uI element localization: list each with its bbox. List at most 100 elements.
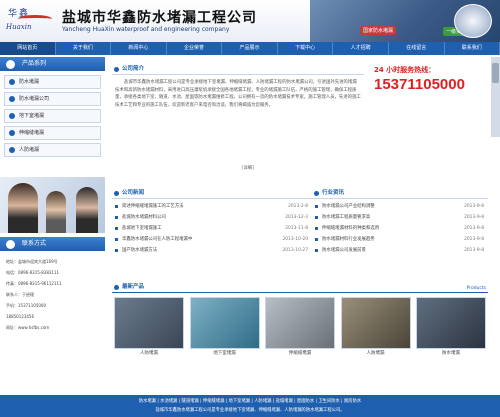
nav-item-downloads[interactable]: 下载中心 bbox=[278, 42, 334, 55]
category-item[interactable]: 防水堵漏公司 bbox=[4, 92, 101, 106]
hotline-number: 15371105000 bbox=[374, 76, 465, 93]
contact-mobile-2: 18850123456 bbox=[6, 314, 34, 319]
category-item[interactable]: 防水堵漏 bbox=[4, 75, 101, 89]
contact-phone: 电话：0896-8315-8383111 bbox=[6, 270, 60, 275]
contact-person: 联系人：于经理 bbox=[6, 292, 34, 297]
contact-panel-icon bbox=[6, 240, 15, 249]
company-name-en: Yancheng HuaXin waterproof and engineeri… bbox=[62, 26, 230, 33]
industry-item-title: 防水堵漏公司产业结构调整 bbox=[322, 204, 375, 209]
nav-item-honors[interactable]: 企业荣誉 bbox=[167, 42, 223, 55]
nav-item-jobs[interactable]: 人才招聘 bbox=[333, 42, 389, 55]
category-list: 防水堵漏 防水堵漏公司 地下室堵漏 伸缩缝堵漏 人防堵漏 bbox=[0, 71, 105, 164]
products-panel-icon bbox=[6, 60, 15, 69]
contact-panel: 联系方式 地址：盐城市迎宾大道169号 电话：0896-8315-8383111… bbox=[0, 237, 105, 338]
product-image[interactable] bbox=[416, 297, 486, 349]
category-label: 伸缩缝堵漏 bbox=[19, 130, 45, 136]
section-bullet-icon bbox=[114, 191, 119, 196]
news-item-title: 简述伸缩缝堵漏施工的工艺方法 bbox=[122, 204, 184, 209]
main-nav: 网站首页 关于我们 新闻中心 企业荣誉 产品展示 下载中心 人才招聘 在线留言 … bbox=[0, 42, 500, 55]
contact-mobile: 手机：15371105000 bbox=[6, 303, 46, 308]
product-caption[interactable]: 防水堵漏 bbox=[416, 349, 486, 359]
news-item-date: 2013-11-8 bbox=[285, 226, 308, 231]
product-caption[interactable]: 伸缩缝堵漏 bbox=[265, 349, 335, 359]
product-image[interactable] bbox=[189, 297, 260, 349]
nav-item-guestbook[interactable]: 在线留言 bbox=[389, 42, 445, 55]
category-item[interactable]: 地下室堵漏 bbox=[4, 109, 101, 123]
section-bullet-icon bbox=[314, 191, 319, 196]
intro-title: 公司简介 bbox=[112, 64, 364, 75]
product-card[interactable]: 防水堵漏 bbox=[416, 297, 486, 359]
nav-item-about[interactable]: 关于我们 bbox=[56, 42, 112, 55]
footer-links[interactable]: 防水堵漏 | 水池堵漏 | 隧道堵漏 | 伸缩缝堵漏 | 地下室堵漏 | 人防堵… bbox=[0, 397, 500, 406]
bullet-icon bbox=[9, 147, 15, 153]
news-item[interactable]: 盐城防水堵漏材料公司 2013-12-3 bbox=[112, 212, 312, 223]
banner-oval-image bbox=[454, 4, 492, 38]
product-caption[interactable]: 地下室堵漏 bbox=[190, 349, 260, 359]
bullet-icon bbox=[9, 113, 15, 119]
news-item-date: 2013-10-27 bbox=[282, 248, 308, 253]
product-card[interactable]: 地下室堵漏 bbox=[189, 297, 260, 359]
product-card[interactable]: 伸缩缝堵漏 bbox=[265, 297, 335, 359]
industry-item[interactable]: 防水堵漏公司发展前景 2013-9-8 bbox=[312, 245, 488, 256]
news-item[interactable]: 简述伸缩缝堵漏施工的工艺方法 2013-2-8 bbox=[112, 201, 312, 212]
category-label: 人防堵漏 bbox=[19, 147, 40, 153]
industry-item-title: 防水堵漏公司发展前景 bbox=[322, 248, 366, 253]
product-image[interactable] bbox=[114, 297, 184, 349]
banner-badge-quality: 国家防水堵漏 bbox=[360, 26, 397, 35]
logo-swoosh-icon bbox=[18, 15, 52, 23]
product-caption[interactable]: 人防堵漏 bbox=[341, 349, 411, 359]
news-title-label: 公司新闻 bbox=[122, 190, 145, 196]
industry-item-date: 2013-9-8 bbox=[464, 204, 484, 209]
product-image[interactable] bbox=[340, 297, 411, 349]
intro-text: 盐城市华鑫防水堵漏工程公司是专业承接地下室堵漏、伸缩缝堵漏、人防堵漏工程的防水堵… bbox=[115, 80, 361, 108]
industry-item-date: 2013-9-8 bbox=[464, 215, 484, 220]
section-bullet-icon bbox=[114, 67, 119, 72]
news-item-title: 国产防水堵漏方法 bbox=[122, 248, 158, 253]
intro-more-link[interactable]: [详细] bbox=[241, 165, 254, 171]
product-image[interactable] bbox=[265, 297, 335, 349]
service-person-image bbox=[8, 183, 38, 233]
industry-item[interactable]: 伸缩缝堵漏材料的种类和选用 2013-9-8 bbox=[312, 223, 488, 234]
news-item[interactable]: 盐城地下室堵漏施工 2013-11-8 bbox=[112, 223, 312, 234]
industry-item-date: 2013-9-8 bbox=[464, 226, 484, 231]
nav-item-home[interactable]: 网站首页 bbox=[0, 42, 56, 55]
nav-item-news[interactable]: 新闻中心 bbox=[111, 42, 167, 55]
product-card[interactable]: 人防堵漏 bbox=[340, 297, 411, 359]
industry-item-title: 防水堵漏材料行业发展趋势 bbox=[322, 237, 375, 242]
contact-fax: 传真：0896-8315-96112111 bbox=[6, 281, 62, 286]
products-title-label: 最新产品 bbox=[122, 284, 145, 290]
category-label: 地下室堵漏 bbox=[19, 113, 45, 119]
product-caption[interactable]: 人防堵漏 bbox=[114, 349, 184, 359]
category-label: 防水堵漏 bbox=[19, 79, 40, 85]
news-item-title: 盐城地下室堵漏施工 bbox=[122, 226, 162, 231]
customer-service-image bbox=[0, 177, 105, 233]
nav-item-products[interactable]: 产品展示 bbox=[222, 42, 278, 55]
product-card[interactable]: 人防堵漏 bbox=[114, 297, 184, 359]
category-item[interactable]: 伸缩缝堵漏 bbox=[4, 126, 101, 140]
news-title: 公司新闻 bbox=[112, 188, 312, 199]
industry-item[interactable]: 防水堵漏工程质量要求高 2013-9-8 bbox=[312, 212, 488, 223]
company-logo[interactable]: 华鑫 Huaxin bbox=[4, 6, 54, 34]
header-banner-image: 国家防水堵漏 一级资质 bbox=[310, 0, 500, 42]
side-scrollbar[interactable] bbox=[491, 57, 500, 137]
service-person-image bbox=[46, 191, 66, 233]
news-item-title: 盐城防水堵漏材料公司 bbox=[122, 215, 166, 220]
site-footer: 防水堵漏 | 水池堵漏 | 隧道堵漏 | 伸缩缝堵漏 | 地下室堵漏 | 人防堵… bbox=[0, 395, 500, 417]
industry-item-title: 防水堵漏工程质量要求高 bbox=[322, 215, 371, 220]
news-item[interactable]: 华鑫防水堵漏公司在人防工程堵漏中 2013-10-20 bbox=[112, 234, 312, 245]
industry-title-label: 行业资讯 bbox=[322, 190, 345, 196]
news-item[interactable]: 国产防水堵漏方法 2013-10-27 bbox=[112, 245, 312, 256]
contact-website[interactable]: 网址：www.hsfbs.com bbox=[6, 322, 99, 333]
site-header: 华鑫 Huaxin 盐城市华鑫防水堵漏工程公司 Yancheng HuaXin … bbox=[0, 0, 500, 42]
products-more-link[interactable]: Products bbox=[467, 283, 486, 294]
intro-title-label: 公司简介 bbox=[122, 66, 145, 72]
products-title: 最新产品 Products bbox=[112, 282, 488, 293]
nav-item-contact[interactable]: 联系我们 bbox=[445, 42, 500, 55]
industry-item[interactable]: 防水堵漏材料行业发展趋势 2013-9-8 bbox=[312, 234, 488, 245]
section-bullet-icon bbox=[114, 285, 119, 290]
industry-item[interactable]: 防水堵漏公司产业结构调整 2013-9-8 bbox=[312, 201, 488, 212]
category-item[interactable]: 人防堵漏 bbox=[4, 143, 101, 157]
scrollbar-thumb[interactable] bbox=[492, 63, 499, 83]
bullet-icon bbox=[9, 96, 15, 102]
company-name-cn: 盐城市华鑫防水堵漏工程公司 bbox=[62, 10, 257, 26]
